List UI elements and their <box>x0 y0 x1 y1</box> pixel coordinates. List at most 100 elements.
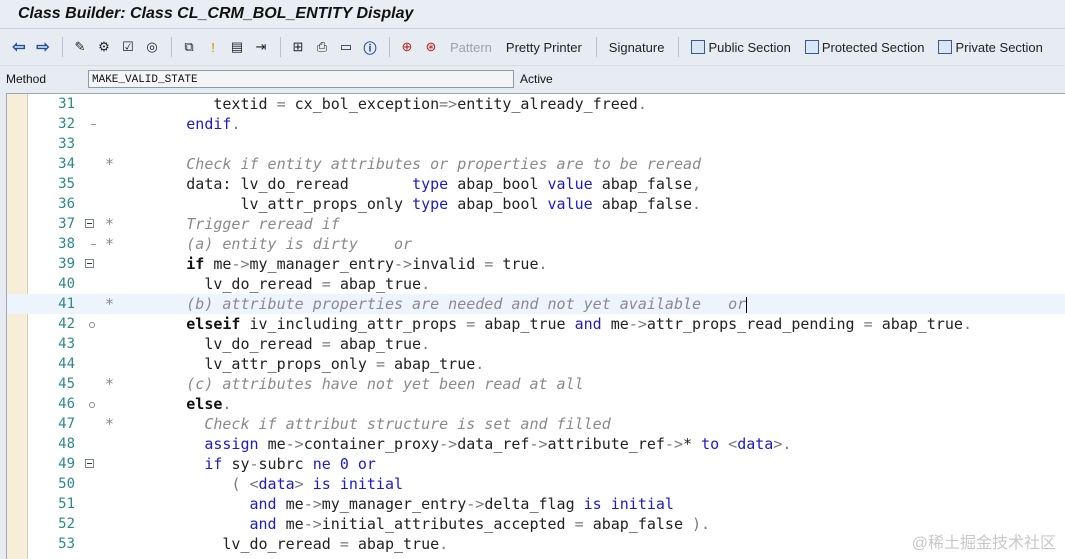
code-line[interactable]: 52 and me->initial_attributes_accepted =… <box>7 514 1065 534</box>
block-branch-icon <box>89 322 95 328</box>
line-number: 47 <box>58 416 75 432</box>
code-text: * Trigger reread if <box>105 215 340 233</box>
line-number: 50 <box>58 476 75 492</box>
code-text: textid = cx_bol_exception=>entity_alread… <box>213 95 647 113</box>
back-arrow-icon[interactable]: ⇦ <box>8 36 30 58</box>
protected-section-button[interactable]: Protected Section <box>799 36 931 58</box>
line-number: 38 <box>58 236 75 252</box>
line-number: 45 <box>58 376 75 392</box>
where-used-icon[interactable]: ⧉ <box>178 36 200 58</box>
pretty-printer-button[interactable]: Pretty Printer <box>500 36 588 58</box>
activate-icon[interactable]: ◎ <box>141 36 163 58</box>
code-line[interactable]: 41 * (b) attribute properties are needed … <box>7 294 1065 314</box>
application-toolbar: ⇦ ⇨ ✎ ⚙ ☑ ◎ ⧉ ! ▤ ⇥ ⊞ ⎙ ▭ ⓘ ⊕ ⊛ Pattern … <box>0 29 1065 66</box>
find-next-icon[interactable]: ⊛ <box>420 36 442 58</box>
method-bar: Method MAKE_VALID_STATE Active <box>0 66 1065 92</box>
info-icon[interactable]: ⓘ <box>359 36 381 58</box>
collapse-block-icon[interactable] <box>85 459 94 468</box>
private-section-button[interactable]: Private Section <box>932 36 1048 58</box>
collapse-block-icon[interactable] <box>85 259 94 268</box>
code-line[interactable]: 33 <box>7 134 1065 154</box>
code-line[interactable]: 40 lv_do_reread = abap_true. <box>7 274 1065 294</box>
code-text: * Check if attribut structure is set and… <box>105 415 611 433</box>
code-text: elseif iv_including_attr_props = abap_tr… <box>186 315 972 333</box>
active-inactive-icon[interactable]: ⚙ <box>93 36 115 58</box>
line-number: 52 <box>58 516 75 532</box>
find-icon[interactable]: ⊕ <box>396 36 418 58</box>
code-line[interactable]: 51 and me->my_manager_entry->delta_flag … <box>7 494 1065 514</box>
line-number: 51 <box>58 496 75 512</box>
pattern-button[interactable]: Pattern <box>444 36 498 58</box>
line-number: 34 <box>58 156 75 172</box>
code-line[interactable]: 47 * Check if attribut structure is set a… <box>7 414 1065 434</box>
code-line[interactable]: 42 elseif iv_including_attr_props = abap… <box>7 314 1065 334</box>
code-text: * (c) attributes have not yet been read … <box>105 375 584 393</box>
line-number: 36 <box>58 196 75 212</box>
layout-icon[interactable]: ▭ <box>335 36 357 58</box>
toolbar-separator <box>62 37 63 57</box>
code-line[interactable]: 46 else. <box>7 394 1065 414</box>
code-line[interactable]: 31 textid = cx_bol_exception=>entity_alr… <box>7 94 1065 114</box>
breakpoint-icon[interactable]: ! <box>202 36 224 58</box>
navigation-icon[interactable]: ⇥ <box>250 36 272 58</box>
print-icon[interactable]: ⎙ <box>311 36 333 58</box>
code-text: lv_attr_props_only = abap_true. <box>204 355 485 373</box>
line-number: 33 <box>58 136 75 152</box>
line-number: 46 <box>58 396 75 412</box>
window-title: Class Builder: Class CL_CRM_BOL_ENTITY D… <box>18 5 414 22</box>
code-text: if sy-subrc ne 0 or <box>204 455 376 473</box>
public-section-label: Public Section <box>708 39 791 55</box>
check-object-icon[interactable]: ☑ <box>117 36 139 58</box>
private-section-label: Private Section <box>955 39 1043 55</box>
toolbar-separator <box>171 37 172 57</box>
block-end-marker-icon <box>91 124 96 125</box>
toolbar-separator <box>595 37 597 57</box>
signature-button[interactable]: Signature <box>603 36 671 58</box>
method-name-field[interactable]: MAKE_VALID_STATE <box>88 70 514 88</box>
block-end-marker-icon <box>91 244 96 245</box>
code-text: lv_do_reread = abap_true. <box>204 335 431 353</box>
code-line[interactable]: 39 if me->my_manager_entry->invalid = tr… <box>7 254 1065 274</box>
line-number: 44 <box>58 356 75 372</box>
code-text: and me->my_manager_entry->delta_flag is … <box>249 495 674 513</box>
forward-arrow-icon[interactable]: ⇨ <box>32 36 54 58</box>
line-number: 43 <box>58 336 75 352</box>
code-line[interactable]: 45 * (c) attributes have not yet been rea… <box>7 374 1065 394</box>
collapse-block-icon[interactable] <box>85 219 94 228</box>
line-number: 48 <box>58 436 75 452</box>
code-line[interactable]: 38 * (a) entity is dirty or <box>7 234 1065 254</box>
code-text: ( <data> is initial <box>231 475 404 493</box>
code-text: * Check if entity attributes or properti… <box>105 155 702 173</box>
public-section-button[interactable]: Public Section <box>685 36 796 58</box>
line-number: 41 <box>58 296 75 312</box>
code-line[interactable]: 53 lv_do_reread = abap_true. <box>7 534 1065 554</box>
document-icon <box>938 40 953 54</box>
code-line[interactable]: 49 if sy-subrc ne 0 or <box>7 454 1065 474</box>
line-number: 53 <box>58 536 75 552</box>
code-text: * (b) attribute properties are needed an… <box>105 295 748 313</box>
line-number: 35 <box>58 176 75 192</box>
abap-code-editor[interactable]: 31 textid = cx_bol_exception=>entity_alr… <box>6 93 1065 559</box>
code-line[interactable]: 36 lv_attr_props_only type abap_bool val… <box>7 194 1065 214</box>
code-line[interactable]: 48 assign me->container_proxy->data_ref-… <box>7 434 1065 454</box>
code-line[interactable]: 43 lv_do_reread = abap_true. <box>7 334 1065 354</box>
line-number: 31 <box>58 96 75 112</box>
code-line[interactable]: 37 * Trigger reread if <box>7 214 1065 234</box>
display-object-list-icon[interactable]: ▤ <box>226 36 248 58</box>
code-line[interactable]: 44 lv_attr_props_only = abap_true. <box>7 354 1065 374</box>
code-text: else. <box>186 395 232 413</box>
code-line[interactable]: 32 endif. <box>7 114 1065 134</box>
code-text: and me->initial_attributes_accepted = ab… <box>249 515 711 533</box>
document-icon <box>804 40 819 54</box>
code-text: endif. <box>186 115 241 133</box>
line-number: 42 <box>58 316 75 332</box>
document-icon <box>691 40 706 54</box>
code-line[interactable]: 34 * Check if entity attributes or proper… <box>7 154 1065 174</box>
code-line[interactable]: 35 data: lv_do_reread type abap_bool val… <box>7 174 1065 194</box>
watermark: @稀土掘金技术社区 <box>911 535 1056 552</box>
hierarchy-icon[interactable]: ⊞ <box>287 36 309 58</box>
code-text: lv_do_reread = abap_true. <box>222 535 449 553</box>
code-text: if me->my_manager_entry->invalid = true. <box>186 255 548 273</box>
code-line[interactable]: 50 ( <data> is initial <box>7 474 1065 494</box>
display-change-icon[interactable]: ✎ <box>69 36 91 58</box>
